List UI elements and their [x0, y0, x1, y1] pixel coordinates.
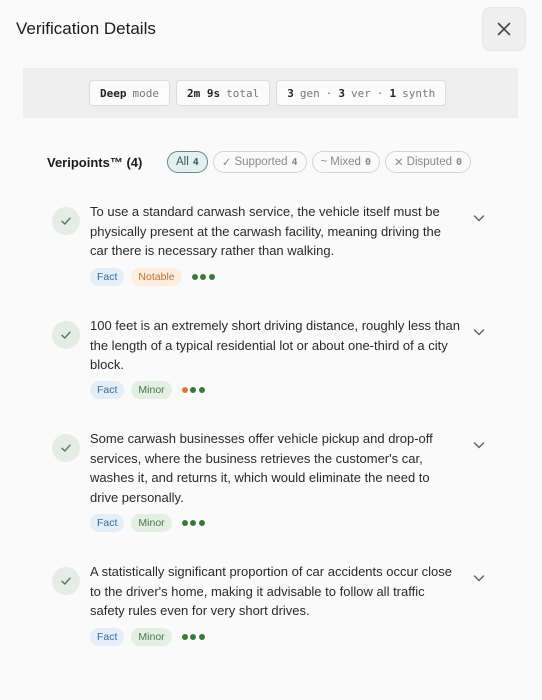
confidence-dot [191, 274, 198, 280]
confidence-dot [198, 387, 205, 393]
chevron-down-icon[interactable] [471, 437, 487, 453]
ver-label: ver [351, 86, 371, 100]
chevron-down-icon[interactable] [471, 324, 487, 340]
check-icon: ✓ [221, 157, 232, 169]
supported-check-icon [52, 567, 80, 595]
gen-count: 3 [287, 86, 294, 100]
separator: · [376, 86, 384, 100]
importance-badge: Notable [131, 268, 182, 286]
confidence-dot [208, 274, 215, 280]
filter-all-label: All [176, 156, 189, 168]
confidence-dot [198, 520, 205, 526]
confidence-dot [190, 387, 197, 393]
confidence-dot [181, 387, 188, 393]
veripoint-tags: Fact Minor [90, 514, 205, 532]
mode-label: mode [132, 86, 160, 100]
close-icon [497, 22, 511, 36]
confidence-dot [198, 634, 205, 640]
importance-badge: Minor [131, 514, 172, 532]
supported-check-icon [52, 321, 80, 349]
synth-count: 1 [389, 86, 397, 100]
importance-badge: Minor [131, 381, 172, 399]
filter-supported-count: 4 [291, 156, 298, 168]
total-value: 2m 9s [187, 86, 221, 100]
confidence-dots [191, 274, 215, 280]
dialog-title: Verification Details [16, 19, 156, 38]
chevron-down-icon[interactable] [471, 210, 487, 226]
filter-supported-label: Supported [234, 156, 288, 168]
filter-supported[interactable]: ✓ Supported 4 [212, 151, 307, 173]
filter-mixed[interactable]: ~ Mixed 0 [311, 151, 380, 173]
type-badge: Fact [90, 268, 125, 286]
total-time-stat: 2m 9s total [176, 80, 271, 106]
separator: · [325, 86, 333, 100]
synth-label: synth [402, 86, 436, 100]
type-badge: Fact [90, 628, 125, 646]
x-icon: ✕ [394, 157, 404, 169]
confidence-dot [181, 520, 188, 526]
filter-mixed-label: Mixed [330, 156, 361, 168]
close-button[interactable] [482, 7, 526, 51]
veripoint-text: Some carwash businesses offer vehicle pi… [90, 431, 433, 505]
filter-all[interactable]: All 4 [167, 151, 208, 173]
veripoint-tags: Fact Minor [90, 381, 205, 399]
stats-row: Deep mode 2m 9s total 3 gen · 3 ver · 1 synth [89, 80, 447, 106]
veripoint-text: 100 feet is an extremely short driving d… [90, 318, 460, 372]
mode-stat: Deep mode [89, 80, 170, 106]
filter-disputed-count: 0 [456, 156, 463, 168]
mode-value: Deep [100, 86, 127, 100]
veripoint-tags: Fact Minor [90, 628, 205, 646]
veripoint-tags: Fact Notable [90, 268, 215, 286]
dialog-header: Verification Details [0, 0, 542, 62]
confidence-dots [181, 387, 205, 393]
confidence-dot [190, 520, 197, 526]
chevron-down-icon[interactable] [471, 570, 487, 586]
confidence-dot [200, 274, 207, 280]
total-label: total [226, 86, 260, 100]
supported-check-icon [52, 434, 80, 462]
confidence-dot [181, 634, 188, 640]
confidence-dots [181, 634, 205, 640]
ver-count: 3 [338, 86, 345, 100]
veripoint-text: To use a standard carwash service, the v… [90, 204, 441, 258]
filter-mixed-count: 0 [364, 156, 371, 168]
supported-check-icon [52, 207, 80, 235]
confidence-dot [190, 634, 197, 640]
type-badge: Fact [90, 381, 125, 399]
type-badge: Fact [90, 514, 125, 532]
filter-disputed-label: Disputed [406, 156, 453, 168]
filter-all-count: 4 [192, 156, 199, 168]
veripoints-heading: Veripoints™ (4) [47, 155, 143, 170]
filter-chips: All 4 ✓ Supported 4 ~ Mixed 0 ✕ Disputed 0 [167, 151, 472, 173]
pipeline-counts-stat: 3 gen · 3 ver · 1 synth [276, 80, 447, 106]
filter-disputed[interactable]: ✕ Disputed 0 [385, 151, 472, 173]
confidence-dots [181, 520, 205, 526]
veripoint-text: A statistically significant proportion o… [90, 564, 453, 618]
importance-badge: Minor [131, 628, 172, 646]
tilde-icon: ~ [320, 156, 328, 168]
gen-label: gen [299, 86, 320, 100]
